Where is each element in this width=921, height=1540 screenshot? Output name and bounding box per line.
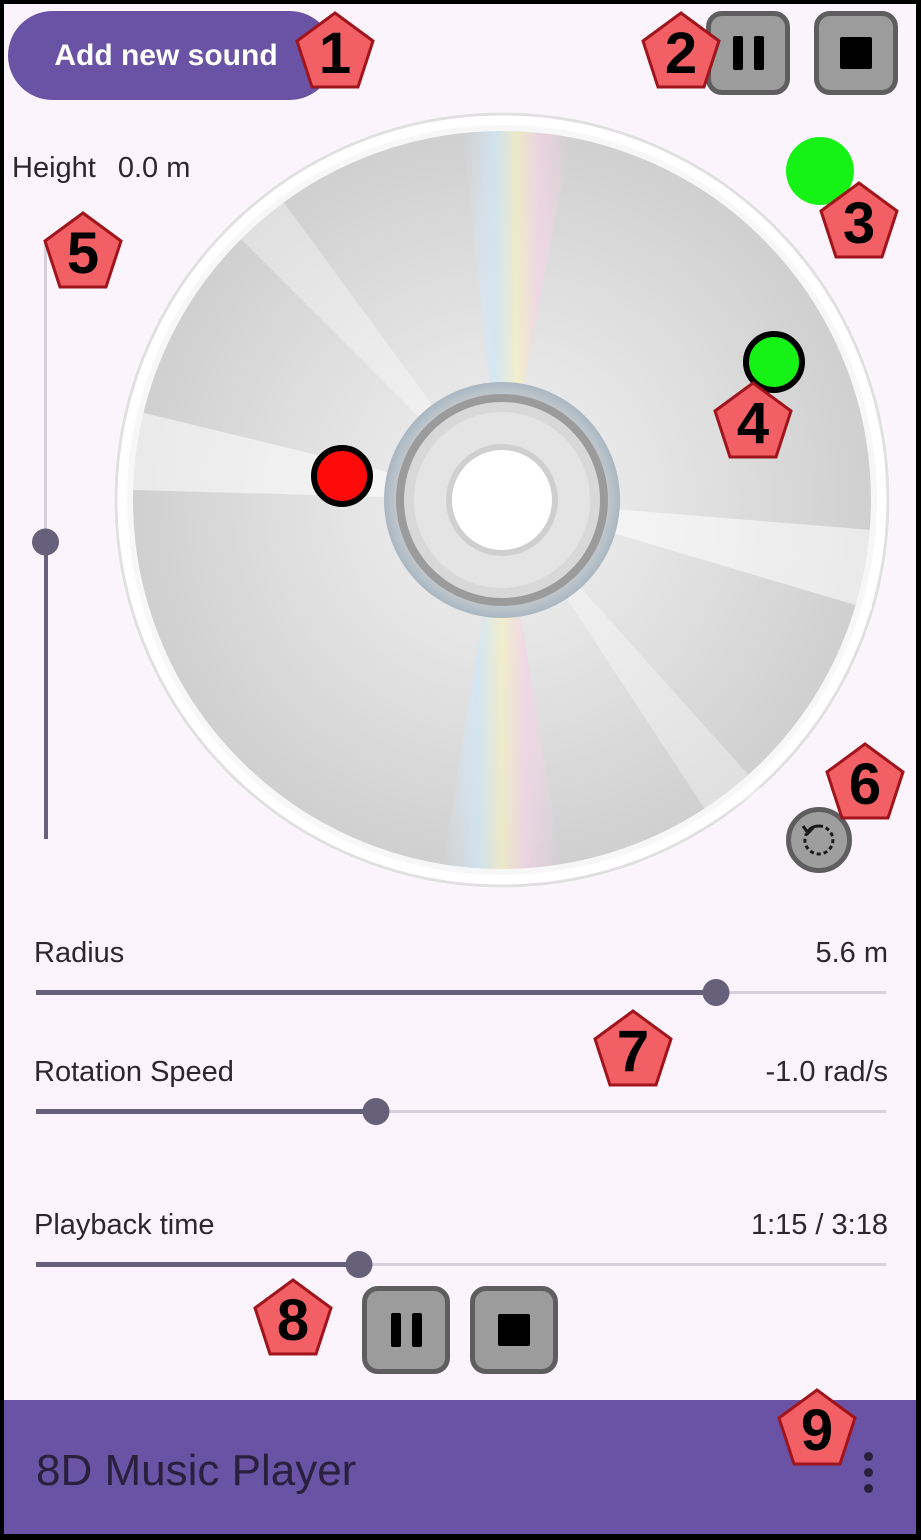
height-slider[interactable] — [32, 244, 59, 839]
playback-pause-button[interactable] — [362, 1286, 450, 1374]
rotation-slider-thumb[interactable] — [362, 1098, 390, 1125]
annotation-badge-9: 9 — [776, 1387, 858, 1469]
height-slider-fill — [44, 541, 48, 839]
sound-position-disc[interactable] — [112, 110, 892, 890]
pause-icon — [390, 1313, 422, 1347]
height-slider-thumb[interactable] — [32, 528, 59, 555]
radius-slider-thumb[interactable] — [702, 979, 730, 1006]
annotation-badge-6: 6 — [824, 741, 906, 823]
playback-slider-fill — [36, 1262, 359, 1267]
annotation-badge-4: 4 — [712, 380, 794, 462]
playback-seek-slider[interactable] — [36, 1249, 886, 1279]
rotation-speed-label: Rotation Speed — [34, 1056, 234, 1088]
annotation-badge-8: 8 — [252, 1277, 334, 1359]
stop-icon — [840, 37, 872, 69]
annotation-badge-2: 2 — [640, 10, 722, 92]
add-new-sound-label: Add new sound — [54, 38, 278, 72]
more-vert-icon[interactable] — [864, 1452, 873, 1493]
rotation-speed-value: -1.0 rad/s — [765, 1056, 889, 1088]
rotation-speed-slider[interactable] — [36, 1096, 886, 1126]
annotation-badge-3: 3 — [818, 180, 900, 262]
radius-label: Radius — [34, 937, 125, 969]
playback-slider-thumb[interactable] — [345, 1251, 373, 1278]
app-screen: Add new sound Height 0.0 m Radius 5.6 m … — [4, 4, 916, 1534]
annotation-badge-5: 5 — [42, 210, 124, 292]
add-new-sound-button[interactable]: Add new sound — [8, 11, 334, 100]
height-label: Height — [12, 152, 96, 184]
playback-time-value: 1:15 / 3:18 — [750, 1209, 888, 1241]
radius-value: 5.6 m — [815, 937, 888, 969]
listener-marker[interactable] — [311, 445, 373, 507]
radius-slider-fill — [36, 990, 716, 995]
annotation-badge-7: 7 — [592, 1008, 674, 1090]
app-title: 8D Music Player — [36, 1446, 357, 1495]
reset-rotation-icon — [801, 824, 835, 856]
cd-disc-graphic — [114, 112, 890, 888]
playback-stop-button[interactable] — [470, 1286, 558, 1374]
pause-icon — [732, 36, 764, 70]
playback-time-label: Playback time — [34, 1209, 215, 1241]
radius-slider[interactable] — [36, 977, 886, 1007]
rotation-slider-fill — [36, 1109, 376, 1114]
stop-icon — [498, 1314, 530, 1346]
annotation-badge-1: 1 — [294, 10, 376, 92]
top-stop-button[interactable] — [814, 11, 898, 95]
